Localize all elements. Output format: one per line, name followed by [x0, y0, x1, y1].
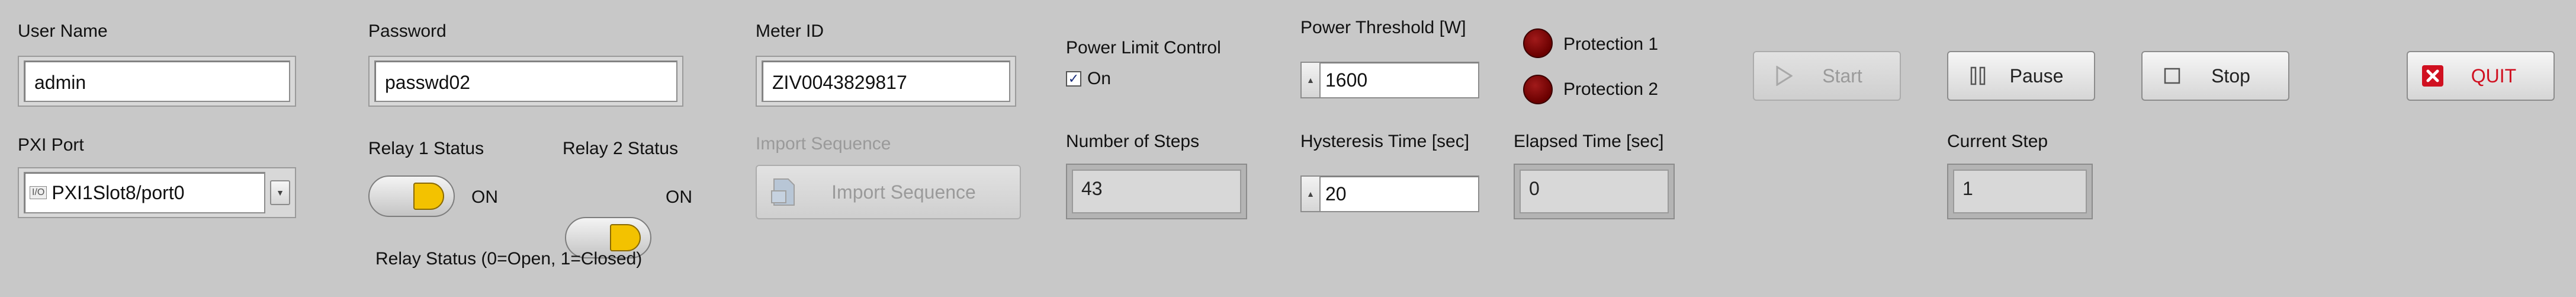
- current-step-indicator: 1: [1947, 164, 2093, 219]
- protection-1-label: Protection 1: [1563, 34, 1659, 54]
- relay-status-legend: Relay Status (0=Open, 1=Closed): [375, 249, 643, 269]
- power-threshold-value: 1600: [1325, 69, 1368, 91]
- password-label: Password: [368, 21, 447, 41]
- current-step-label: Current Step: [1947, 132, 2048, 151]
- relay-2-toggle-knob: [610, 224, 641, 251]
- pause-button[interactable]: Pause: [1947, 51, 2095, 101]
- current-step-value: 1: [1953, 170, 2087, 213]
- hysteresis-value: 20: [1325, 183, 1347, 205]
- file-icon: [769, 177, 798, 207]
- stop-button-label: Stop: [2211, 65, 2250, 87]
- password-frame: passwd02: [368, 56, 683, 107]
- number-of-steps-value: 43: [1072, 170, 1241, 213]
- meter-id-frame: ZIV0043829817: [756, 56, 1016, 107]
- power-threshold-spinner[interactable]: ▲▼: [1302, 63, 1321, 97]
- power-threshold-label: Power Threshold [W]: [1300, 18, 1466, 37]
- username-label: User Name: [18, 21, 108, 41]
- username-frame: admin: [18, 56, 296, 107]
- quit-button[interactable]: QUIT: [2407, 51, 2555, 101]
- import-sequence-label: Import Sequence: [756, 134, 891, 154]
- power-limit-on-label: On: [1087, 69, 1112, 88]
- hysteresis-label: Hysteresis Time [sec]: [1300, 132, 1470, 151]
- relay-1-state: ON: [471, 187, 498, 207]
- elapsed-time-value: 0: [1520, 170, 1669, 213]
- up-arrow-icon[interactable]: ▲: [1302, 177, 1319, 211]
- meter-id-label: Meter ID: [756, 21, 824, 41]
- quit-icon: [2421, 64, 2445, 88]
- power-limit-checkbox-row[interactable]: ✓ On: [1066, 69, 1111, 89]
- stop-button[interactable]: Stop: [2141, 51, 2289, 101]
- protection-2-led: [1523, 75, 1553, 104]
- elapsed-time-label: Elapsed Time [sec]: [1514, 132, 1664, 151]
- up-arrow-icon[interactable]: ▲: [1302, 63, 1319, 97]
- number-of-steps-indicator: 43: [1066, 164, 1247, 219]
- start-button-label: Start: [1822, 65, 1862, 87]
- username-field[interactable]: admin: [24, 60, 290, 102]
- import-sequence-button-label: Import Sequence: [831, 181, 976, 203]
- quit-button-label: QUIT: [2471, 65, 2517, 87]
- start-button[interactable]: Start: [1753, 51, 1901, 101]
- stop-icon: [2160, 64, 2184, 88]
- pxi-port-control[interactable]: I/O PXI1Slot8/port0 ▼: [18, 167, 296, 218]
- io-resource-icon: I/O: [30, 186, 47, 199]
- protection-2-label: Protection 2: [1563, 79, 1659, 99]
- number-of-steps-label: Number of Steps: [1066, 132, 1200, 151]
- down-arrow-icon[interactable]: ▼: [1302, 211, 1319, 212]
- relay-1-label: Relay 1 Status: [368, 139, 484, 158]
- pause-button-label: Pause: [2009, 65, 2064, 87]
- power-threshold-input[interactable]: ▲▼ 1600: [1300, 62, 1479, 98]
- relay-1-toggle-knob: [413, 183, 444, 210]
- import-sequence-button[interactable]: Import Sequence: [756, 165, 1021, 219]
- relay-2-label: Relay 2 Status: [563, 139, 679, 158]
- meter-id-field[interactable]: ZIV0043829817: [762, 60, 1010, 102]
- pxi-port-field[interactable]: I/O PXI1Slot8/port0: [24, 172, 265, 213]
- down-arrow-icon[interactable]: ▼: [1302, 97, 1319, 98]
- relay-2-state: ON: [666, 187, 692, 207]
- chevron-down-icon: ▼: [276, 188, 284, 197]
- play-icon: [1772, 64, 1796, 88]
- power-limit-checkbox[interactable]: ✓: [1066, 71, 1081, 87]
- pxi-port-value: PXI1Slot8/port0: [52, 182, 185, 203]
- pxi-port-label: PXI Port: [18, 135, 84, 155]
- hysteresis-spinner[interactable]: ▲▼: [1302, 177, 1321, 211]
- relay-1-toggle[interactable]: [368, 175, 455, 217]
- power-limit-label: Power Limit Control: [1066, 38, 1221, 58]
- pxi-port-browse-button[interactable]: ▼: [270, 180, 290, 205]
- protection-1-led: [1523, 28, 1553, 58]
- password-field[interactable]: passwd02: [374, 60, 677, 102]
- hysteresis-input[interactable]: ▲▼ 20: [1300, 175, 1479, 212]
- elapsed-time-indicator: 0: [1514, 164, 1675, 219]
- pause-icon: [1966, 64, 1990, 88]
